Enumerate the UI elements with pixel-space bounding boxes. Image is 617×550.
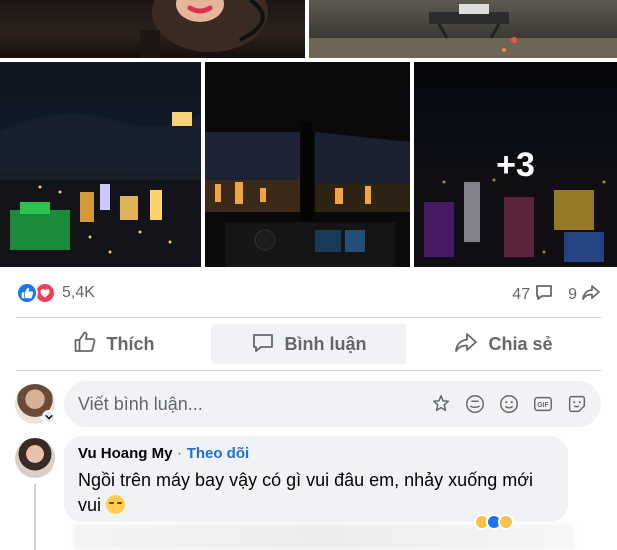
like-button[interactable]: Thích <box>16 324 211 364</box>
svg-text:GIF: GIF <box>537 402 548 409</box>
gif-icon[interactable]: GIF <box>531 392 555 416</box>
thumbs-up-icon <box>73 330 97 359</box>
comment-input[interactable] <box>78 381 408 427</box>
reactions-summary[interactable]: 5,4K <box>16 282 95 304</box>
comments-count[interactable]: 47 <box>512 286 530 304</box>
camera-icon[interactable] <box>463 392 487 416</box>
share-arrow-icon[interactable] <box>581 282 601 307</box>
share-label: Chia sẻ <box>488 333 553 354</box>
post-photo-4[interactable] <box>205 62 410 267</box>
commenter-avatar[interactable] <box>15 438 55 478</box>
comment-text-block: Ngồi trên máy bay vậy có gì vui đâu em, … <box>78 468 554 518</box>
post-stats: 5,4K 47 9 <box>16 280 601 308</box>
emoji-icon[interactable] <box>497 392 521 416</box>
photo-4-content <box>205 62 410 267</box>
share-button[interactable]: Chia sẻ <box>406 324 601 364</box>
stats-divider <box>16 317 601 318</box>
thread-line <box>34 484 36 550</box>
photo-2-content <box>309 4 617 58</box>
post-photo-2[interactable] <box>309 0 617 58</box>
comment-label: Bình luận <box>284 333 367 354</box>
comment-bubble: Vu Hoang My · Theo dõi Ngồi trên máy bay… <box>64 436 568 522</box>
comment-text: Ngồi trên máy bay vậy có gì vui đâu em, … <box>78 470 534 515</box>
follow-link[interactable]: Theo dõi <box>187 445 250 462</box>
comment-bubble-icon[interactable] <box>534 282 554 307</box>
comment-author[interactable]: Vu Hoang My <box>78 445 172 462</box>
post-photo-5[interactable]: +3 <box>414 62 617 267</box>
shares-count[interactable]: 9 <box>568 286 577 304</box>
engagement-counts: 47 9 <box>512 282 601 307</box>
sticker-icon[interactable] <box>565 392 589 416</box>
comment-composer[interactable]: GIF <box>64 381 601 427</box>
post-photo-1[interactable] <box>0 0 305 58</box>
reactions-count[interactable]: 5,4K <box>62 284 95 302</box>
comment-reactions[interactable] <box>474 514 514 530</box>
like-label: Thích <box>106 333 155 354</box>
relieved-face-icon <box>106 495 126 514</box>
like-reaction-icon <box>16 282 38 304</box>
actions-divider <box>16 370 601 371</box>
share-icon <box>454 330 478 359</box>
post-actions: Thích Bình luận Chia sẻ <box>16 324 601 364</box>
composer-tools: GIF <box>429 392 589 416</box>
avatar-sticker-icon[interactable] <box>429 392 453 416</box>
comment-icon <box>251 330 275 359</box>
more-photos-count[interactable]: +3 <box>414 146 617 185</box>
comment-button[interactable]: Bình luận <box>211 324 406 364</box>
photo-1-content <box>140 0 268 58</box>
chevron-down-icon[interactable] <box>42 410 56 424</box>
post-photo-3[interactable] <box>0 62 201 267</box>
photo-3-content <box>0 112 201 267</box>
separator-dot: · <box>176 445 183 462</box>
